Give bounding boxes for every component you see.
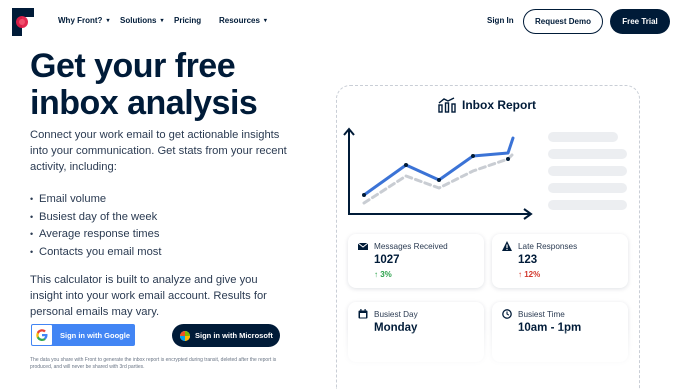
free-trial-button[interactable]: Free Trial xyxy=(610,9,670,34)
chart-point xyxy=(506,157,510,161)
feature-list: Email volume Busiest day of the week Ave… xyxy=(30,191,162,261)
placeholder-bar xyxy=(548,200,627,210)
report-line-chart xyxy=(343,127,533,220)
warning-icon xyxy=(502,241,512,251)
chevron-down-icon: ▾ xyxy=(263,18,267,24)
placeholder-bar xyxy=(548,149,627,159)
hero-intro: Connect your work email to get actionabl… xyxy=(30,129,287,173)
stat-card-late-responses: Late Responses 123 ↑ 12% xyxy=(492,234,628,288)
google-signin-button[interactable]: Sign in with Google xyxy=(31,324,135,346)
placeholder-bar xyxy=(548,166,627,176)
chevron-down-icon: ▾ xyxy=(106,18,110,24)
placeholder-bar xyxy=(548,132,618,142)
hero-note: This calculator is built to analyze and … xyxy=(30,274,267,318)
page-title: Get your free inbox analysis xyxy=(30,47,258,122)
list-item: Contacts you email most xyxy=(30,244,162,262)
nav-solutions[interactable]: Solutions ▾ xyxy=(120,16,163,25)
microsoft-signin-button[interactable]: Sign in with Microsoft xyxy=(172,324,280,347)
placeholder-bar xyxy=(548,183,627,193)
report-header: Inbox Report xyxy=(438,97,536,113)
chevron-down-icon: ▾ xyxy=(160,18,164,24)
chart-point xyxy=(471,154,475,158)
inbox-icon xyxy=(358,242,368,250)
chart-point xyxy=(437,178,441,182)
microsoft-icon xyxy=(180,330,190,341)
clock-icon xyxy=(502,309,512,319)
nav-resources[interactable]: Resources ▾ xyxy=(219,16,267,25)
nav-pricing[interactable]: Pricing xyxy=(174,16,201,25)
change-indicator: ↑ 3% xyxy=(374,270,392,279)
stat-card-messages-received: Messages Received 1027 ↑ 3% xyxy=(348,234,484,288)
chart-point xyxy=(404,163,408,167)
front-logo[interactable] xyxy=(12,8,34,36)
list-item: Busiest day of the week xyxy=(30,209,162,227)
google-icon xyxy=(32,325,52,345)
sign-in-link[interactable]: Sign In xyxy=(487,16,514,25)
list-item: Average response times xyxy=(30,226,162,244)
nav-why-front[interactable]: Why Front? ▾ xyxy=(58,16,109,25)
report-chart-icon xyxy=(438,97,456,113)
chart-point xyxy=(362,193,366,197)
privacy-disclaimer: The data you share with Front to generat… xyxy=(30,357,277,370)
calendar-icon xyxy=(358,309,368,319)
change-indicator: ↑ 12% xyxy=(518,270,541,279)
request-demo-button[interactable]: Request Demo xyxy=(523,9,603,34)
panel-fade-overlay xyxy=(337,330,639,389)
list-item: Email volume xyxy=(30,191,162,209)
